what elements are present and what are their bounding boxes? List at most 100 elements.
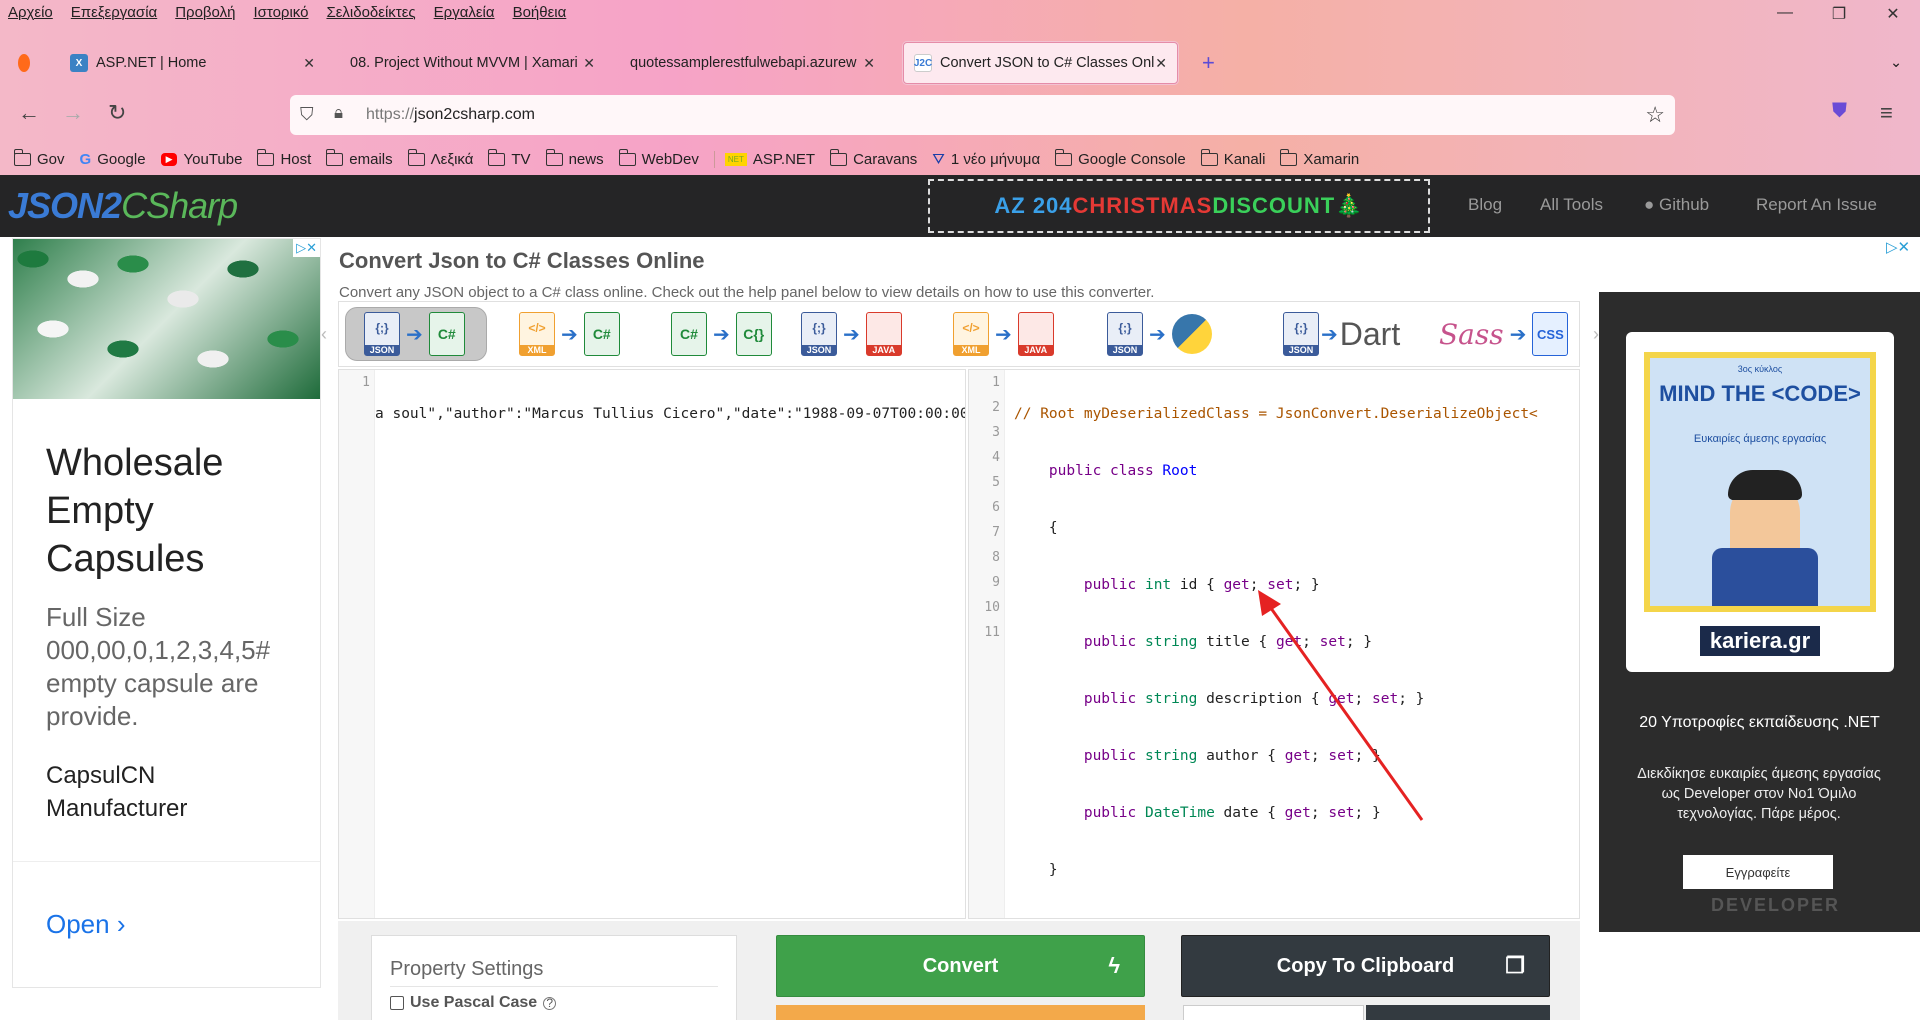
tab-close-icon[interactable]: ✕	[583, 55, 595, 72]
folder-icon	[407, 148, 425, 166]
close-window-icon[interactable]: ✕	[1866, 4, 1920, 24]
tab-project-without-mvvm[interactable]: 08. Project Without MVVM | Xamari ✕	[340, 42, 605, 84]
bookmark-kanali[interactable]: Kanali	[1200, 148, 1265, 168]
adchoices-icon[interactable]: ▷✕	[1886, 238, 1910, 256]
code-comment: // Root myDeserializedClass = JsonConver…	[1014, 406, 1538, 422]
list-tabs-chevron-down-icon[interactable]: ⌄	[1880, 42, 1910, 84]
arrow-right-icon: ➔	[995, 323, 1012, 346]
bookmark-news[interactable]: news	[545, 148, 604, 168]
tab-aspnet[interactable]: X ASP.NET | Home ✕	[60, 42, 325, 84]
menu-tools[interactable]: Εργαλεία	[434, 4, 495, 21]
nav-blog[interactable]: Blog	[1468, 195, 1502, 215]
converter-panel: Convert Json to C# Classes Online Conver…	[321, 238, 1599, 1020]
mail-flag-icon: ⛛	[932, 150, 945, 168]
folder-icon	[1055, 148, 1073, 166]
menu-view[interactable]: Προβολή	[175, 4, 235, 21]
google-icon: G	[79, 150, 92, 168]
json-input-code[interactable]: a soul","author":"Marcus Tullius Cicero"…	[375, 370, 965, 918]
bookmark-emails[interactable]: emails	[326, 148, 393, 168]
bookmark-host[interactable]: Host	[257, 148, 311, 168]
secondary-button[interactable]	[1366, 1005, 1550, 1020]
nav-report-issue[interactable]: Report An Issue	[1756, 195, 1877, 215]
bookmark-youtube[interactable]: ▶ YouTube	[160, 151, 242, 168]
right-advertisement[interactable]: 3ος κύκλος MIND THE <CODE> Ευκαιρίες άμε…	[1599, 292, 1920, 932]
ad-open-link[interactable]: Open ›	[46, 909, 126, 940]
tool-json-to-dart[interactable]: {;} JSON ➔ Dart	[1283, 307, 1400, 361]
left-advertisement[interactable]: ▷✕ Wholesale Empty Capsules Full Size 00…	[12, 238, 321, 988]
chevron-left-icon[interactable]: ‹	[321, 324, 327, 345]
java-icon: JAVA	[1017, 312, 1054, 356]
firefox-view-button[interactable]	[8, 42, 48, 84]
tool-json-to-python[interactable]: {;} JSON ➔	[1107, 307, 1212, 361]
bookmark-message[interactable]: ⛛ 1 νέο μήνυμα	[932, 151, 1040, 168]
chevron-right-icon: ›	[116, 909, 126, 939]
lock-icon[interactable]: 🔒︎	[334, 103, 343, 123]
promo-banner[interactable]: AZ 204 CHRISTMAS DISCOUNT 🎄	[928, 179, 1430, 233]
menu-help[interactable]: Βοήθεια	[513, 4, 567, 21]
bookmark-lexika[interactable]: Λεξικά	[407, 148, 473, 168]
tab-close-icon[interactable]: ✕	[303, 55, 315, 72]
restore-icon[interactable]: ❐	[1812, 4, 1866, 24]
tab-json2csharp[interactable]: J2C Convert JSON to C# Classes Onl ✕	[903, 42, 1178, 84]
kariera-logo: kariera.gr	[1700, 626, 1820, 656]
csharp-output-code[interactable]: // Root myDeserializedClass = JsonConver…	[1005, 370, 1579, 918]
minimize-icon[interactable]: —	[1758, 4, 1812, 24]
tool-xml-to-java[interactable]: </> XML ➔ JAVA	[953, 307, 1054, 361]
bookmark-gov[interactable]: Gov	[14, 148, 65, 168]
line-number-gutter: 1	[339, 370, 375, 918]
tool-csharp-to-csharp-dto[interactable]: C# ➔ C{}	[671, 307, 772, 361]
ad-headline: 20 Υποτροφίες εκπαίδευσης .NET	[1639, 714, 1880, 731]
site-logo[interactable]: JSON2CSharp	[8, 185, 238, 227]
pascal-case-option[interactable]: Use Pascal Case ?	[390, 994, 557, 1012]
ad-title: Wholesale Empty Capsules	[46, 442, 224, 580]
tool-sass-to-css[interactable]: Sass ➔ CSS	[1439, 307, 1569, 361]
help-icon[interactable]: ?	[543, 996, 557, 1010]
menu-bookmarks[interactable]: Σελιδοδείκτες	[326, 4, 415, 21]
menu-file[interactable]: Αρχείο	[8, 4, 53, 21]
json-input-editor[interactable]: 1 a soul","author":"Marcus Tullius Cicer…	[338, 369, 966, 919]
promo-part-2: CHRISTMAS	[1072, 193, 1213, 218]
copy-to-clipboard-button[interactable]: Copy To Clipboard ❐	[1181, 935, 1550, 997]
converter-toolbar: ‹ {;} JSON ➔ C# </> XML ➔ C# C# ➔ C{} {;} J…	[321, 301, 1599, 367]
hamburger-menu-icon[interactable]: ≡	[1880, 100, 1893, 126]
secondary-button[interactable]	[776, 1005, 1145, 1020]
json-icon: {;} JSON	[801, 312, 837, 356]
bookmark-caravans[interactable]: Caravans	[830, 148, 917, 168]
menu-history[interactable]: Ιστορικό	[253, 4, 308, 21]
nav-github[interactable]: ● Github	[1644, 195, 1709, 215]
forward-arrow-icon[interactable]: →	[62, 100, 84, 126]
new-tab-button[interactable]: +	[1192, 42, 1222, 84]
bookmark-xamarin[interactable]: Xamarin	[1280, 148, 1359, 168]
pocket-icon[interactable]: ⛊	[1832, 100, 1847, 123]
tool-json-to-csharp[interactable]: {;} JSON ➔ C#	[345, 307, 487, 361]
pascal-case-checkbox[interactable]	[390, 996, 404, 1010]
site-header: JSON2CSharp AZ 204 CHRISTMAS DISCOUNT 🎄 …	[0, 175, 1920, 237]
tab-close-icon[interactable]: ✕	[1155, 55, 1167, 72]
back-arrow-icon[interactable]: ←	[18, 100, 40, 126]
bookmark-star-icon[interactable]: ☆	[1645, 102, 1665, 128]
bookmark-aspnet[interactable]: NET ASP.NET	[713, 150, 815, 168]
secondary-button[interactable]	[1183, 1005, 1364, 1020]
capsules-image	[13, 239, 320, 399]
tool-xml-to-csharp[interactable]: </> XML ➔ C#	[519, 307, 620, 361]
menu-edit[interactable]: Επεξεργασία	[71, 4, 157, 21]
csharp-icon: C#	[671, 312, 707, 356]
adchoices-icon[interactable]: ▷✕	[293, 239, 320, 257]
csharp-braces-icon: C{}	[735, 312, 772, 356]
bookmark-tv[interactable]: TV	[488, 148, 531, 168]
tab-close-icon[interactable]: ✕	[863, 55, 875, 72]
convert-button[interactable]: Convert ϟ	[776, 935, 1145, 997]
tab-quotes-api[interactable]: quotessamplerestfulwebapi.azurew ✕	[620, 42, 885, 84]
tool-json-to-java[interactable]: {;} JSON ➔ JAVA	[801, 307, 902, 361]
xml-icon: </> XML	[953, 312, 989, 356]
shield-icon[interactable]: ⛉	[300, 104, 314, 125]
reload-icon[interactable]: ↻	[108, 100, 126, 126]
nav-all-tools[interactable]: All Tools	[1540, 195, 1603, 215]
csharp-output-editor[interactable]: 1 2 3 4 5 6 7 8 9 10 11 // Root myDeseri…	[968, 369, 1580, 919]
bookmark-webdev[interactable]: WebDev	[618, 148, 699, 168]
bookmark-google-console[interactable]: Google Console	[1055, 148, 1186, 168]
ad-register-button[interactable]: Εγγραφείτε	[1683, 855, 1833, 889]
bookmark-google[interactable]: G Google	[80, 151, 146, 168]
copy-icon: ❐	[1505, 953, 1525, 978]
url-bar[interactable]: ⛉ 🔒︎ https://json2csharp.com ☆	[290, 95, 1675, 135]
